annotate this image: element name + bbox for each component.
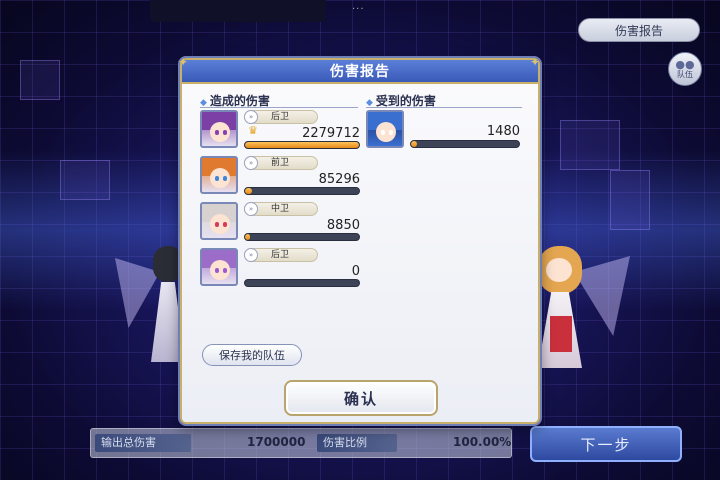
damage-bar-fill: [411, 141, 418, 147]
damage-value: 8850: [326, 218, 360, 233]
dialog-header: 伤害报告: [182, 60, 538, 84]
left-character: [115, 238, 185, 368]
damage-bar-fill: [245, 142, 359, 148]
damage-bar: [244, 187, 360, 195]
damage-report-label: 伤害报告: [614, 23, 663, 38]
damage-bar: [244, 141, 360, 149]
next-step-button[interactable]: 下一步: [530, 426, 682, 462]
character-portrait: [200, 156, 238, 194]
damage-value: 85296: [318, 172, 360, 187]
team-label: 队伍: [677, 69, 693, 79]
damage-value: 2279712: [302, 126, 360, 141]
divider: [366, 107, 522, 108]
corner-ornament-icon: ✦: [178, 55, 189, 69]
damage-ratio-label: 伤害比例: [317, 434, 397, 452]
damage-bar: [244, 233, 360, 241]
damage-summary-panel: 输出总伤害 1700000 伤害比例 100.00%: [90, 428, 512, 458]
next-step-label: 下一步: [580, 435, 632, 454]
background-square: [610, 170, 650, 230]
dialog-title: 伤害报告: [330, 64, 390, 80]
dealt-damage-label: 造成的伤害: [209, 94, 270, 108]
team-icon: ●●: [675, 57, 695, 71]
position-icon: »: [244, 202, 258, 216]
taken-damage-label: 受到的伤害: [375, 94, 436, 108]
character-portrait: [200, 248, 238, 286]
damage-bar-fill: [245, 188, 252, 194]
total-damage-value: 1700000: [247, 435, 306, 449]
divider: [200, 107, 358, 108]
damage-report-button[interactable]: 伤害报告: [578, 18, 700, 42]
damage-bar: [244, 279, 360, 287]
background-square: [60, 160, 110, 200]
character-portrait: [200, 110, 238, 148]
right-character: [530, 236, 630, 372]
total-damage-label: 输出总伤害: [95, 434, 191, 452]
corner-ornament-icon: ✦: [530, 55, 541, 69]
background-square: [560, 120, 620, 170]
more-dots-icon: ···: [352, 4, 365, 15]
top-bar: [150, 0, 326, 22]
character-portrait: [200, 202, 238, 240]
dealt-damage-row: 前卫» 85296: [200, 156, 360, 196]
damage-value: 1480: [486, 124, 520, 139]
position-icon: »: [244, 110, 258, 124]
background-square: [20, 60, 60, 100]
dealt-damage-row: 后卫» ♛ 2279712: [200, 110, 360, 150]
damage-value: 0: [351, 264, 360, 279]
taken-damage-row: 1480: [366, 110, 520, 150]
character-portrait: [366, 110, 404, 148]
position-icon: »: [244, 248, 258, 262]
damage-bar-fill: [245, 234, 250, 240]
save-team-label: 保存我的队伍: [219, 349, 285, 362]
position-icon: »: [244, 156, 258, 170]
crown-icon: ♛: [248, 124, 258, 137]
damage-bar: [410, 140, 520, 148]
team-button[interactable]: ●● 队伍: [668, 52, 702, 86]
damage-ratio-value: 100.00%: [453, 435, 512, 449]
save-team-button[interactable]: 保存我的队伍: [202, 344, 302, 366]
dealt-damage-row: 后卫» 0: [200, 248, 360, 288]
damage-report-dialog: 伤害报告 ✦ ✦ ◆ 造成的伤害 ◆ 受到的伤害 后卫» ♛ 2279712 前卫» 852…: [178, 55, 541, 424]
confirm-label: 确认: [343, 389, 378, 408]
dealt-damage-row: 中卫» 8850: [200, 202, 360, 242]
confirm-button[interactable]: 确认: [284, 380, 438, 416]
